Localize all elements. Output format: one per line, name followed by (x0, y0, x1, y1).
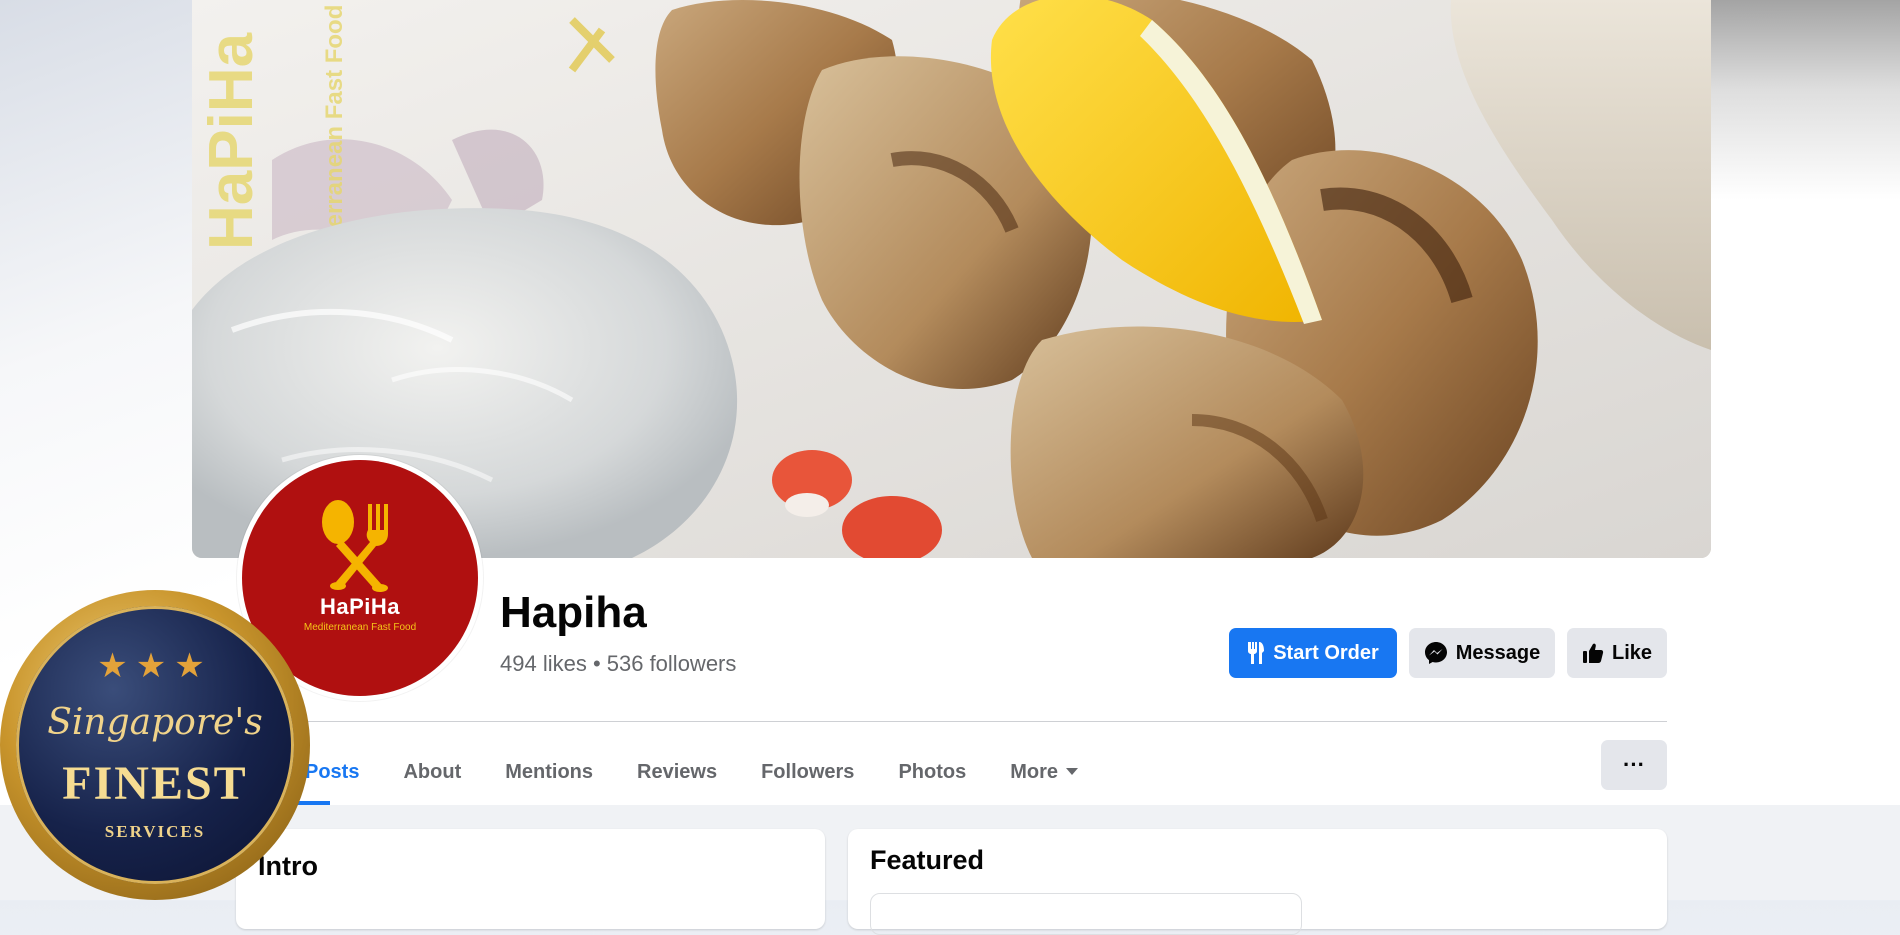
page-stats[interactable]: 494 likes • 536 followers (500, 651, 736, 677)
messenger-icon (1424, 642, 1447, 664)
message-button[interactable]: Message (1409, 628, 1555, 678)
start-order-label: Start Order (1273, 641, 1379, 664)
featured-title: Featured (870, 845, 985, 875)
start-order-button[interactable]: Start Order (1229, 628, 1397, 678)
singapores-finest-badge: ★★★ Singapore's FINEST SERVICES (0, 590, 310, 900)
logo-tagline-text: Mediterranean Fast Food (303, 622, 417, 633)
intro-card: Intro (236, 829, 825, 929)
page-title: Hapiha (500, 588, 647, 637)
tab-more[interactable]: More (988, 740, 1100, 804)
tab-more-label: More (1010, 760, 1059, 783)
badge-line1: Singapore's (47, 702, 263, 743)
like-button[interactable]: Like (1567, 628, 1667, 678)
utensils-icon (1248, 642, 1265, 664)
cover-watermark-brand: HaPiHa (197, 32, 266, 250)
featured-item[interactable] (870, 893, 1302, 935)
badge-inner: ★★★ Singapore's FINEST SERVICES (16, 606, 294, 884)
intro-title: Intro (258, 851, 318, 881)
tab-about[interactable]: About (381, 740, 483, 804)
page-tabs: Posts About Mentions Reviews Followers P… (283, 740, 1100, 804)
logo-brand-text: HaPiHa (319, 594, 401, 619)
badge-line3: SERVICES (104, 822, 206, 841)
tab-followers[interactable]: Followers (739, 740, 876, 804)
header-divider (300, 721, 1667, 722)
thumbs-up-icon (1582, 643, 1604, 663)
message-label: Message (1455, 641, 1541, 664)
caret-down-icon (1066, 768, 1079, 775)
featured-card: Featured (848, 829, 1667, 935)
tab-reviews[interactable]: Reviews (615, 740, 739, 804)
page-background-shade (1680, 0, 1900, 200)
tab-photos[interactable]: Photos (876, 740, 988, 804)
badge-stars-icon: ★★★ (97, 647, 213, 685)
tab-mentions[interactable]: Mentions (483, 740, 615, 804)
like-label: Like (1611, 641, 1653, 664)
more-options-button[interactable]: ··· (1601, 740, 1667, 790)
badge-line2: FINEST (62, 757, 248, 810)
